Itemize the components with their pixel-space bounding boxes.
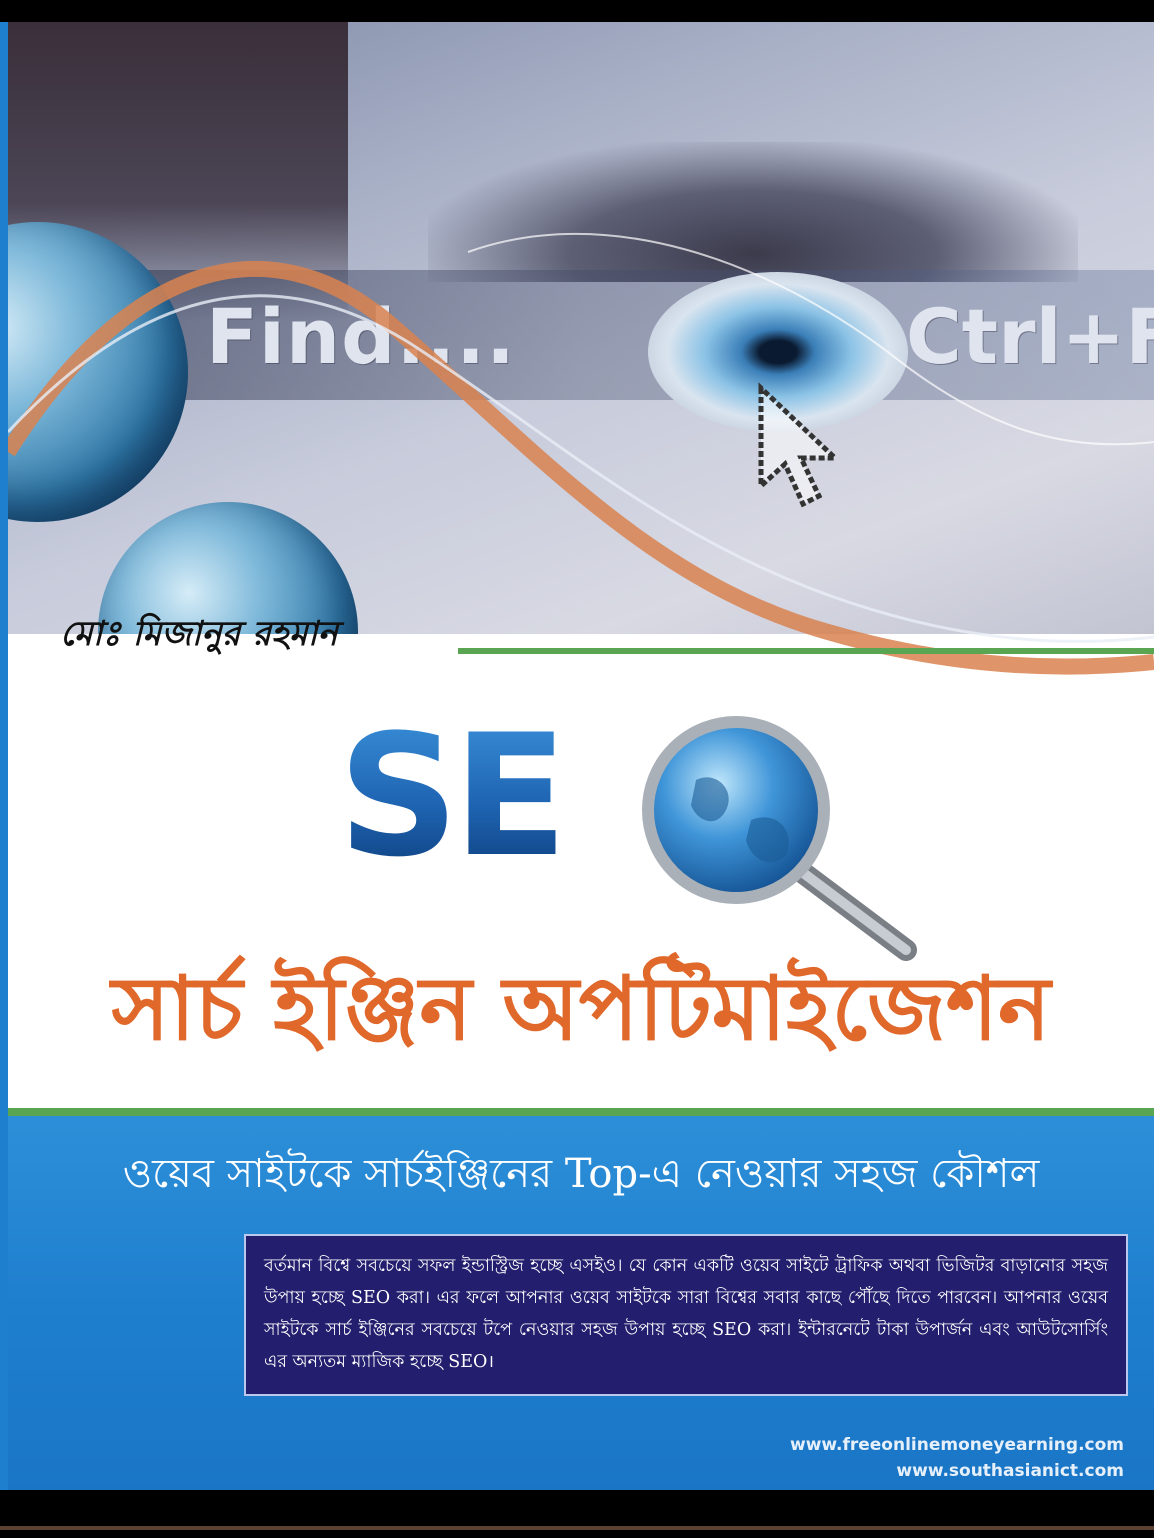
- magnifier-globe-icon: [642, 716, 917, 961]
- description-text: বর্তমান বিশ্বে সবচেয়ে সফল ইন্ডাস্ট্রিজ …: [264, 1256, 1108, 1372]
- book-cover: Find.... Ctrl+F মোঃ মিজানুর রহমান SE সার…: [8, 22, 1154, 1490]
- author-name: মোঃ মিজানুর রহমান: [60, 614, 338, 654]
- url-primary: www.freeonlinemoneyearning.com: [789, 1435, 1124, 1455]
- divider-line-top: [458, 648, 1154, 654]
- cover-left-edge: [0, 22, 8, 1490]
- seo-logo-text: SE: [338, 698, 568, 894]
- bottom-black-bar: [0, 1490, 1154, 1538]
- bottom-rule: [0, 1526, 1154, 1530]
- description-box: বর্তমান বিশ্বে সবচেয়ে সফল ইন্ডাস্ট্রিজ …: [244, 1234, 1128, 1396]
- website-urls: www.freeonlinemoneyearning.com www.south…: [790, 1432, 1124, 1484]
- divider-line-bottom: [8, 1108, 1154, 1116]
- book-title: সার্চ ইঞ্জিন অপটিমাইজেশন: [111, 957, 1051, 1060]
- book-subtitle: ওয়েব সাইটকে সার্চইঞ্জিনের Top-এ নেওয়ার…: [122, 1151, 1040, 1197]
- book-cover-page: Find.... Ctrl+F মোঃ মিজানুর রহমান SE সার…: [0, 0, 1154, 1538]
- url-secondary: www.southasianict.com: [896, 1461, 1124, 1481]
